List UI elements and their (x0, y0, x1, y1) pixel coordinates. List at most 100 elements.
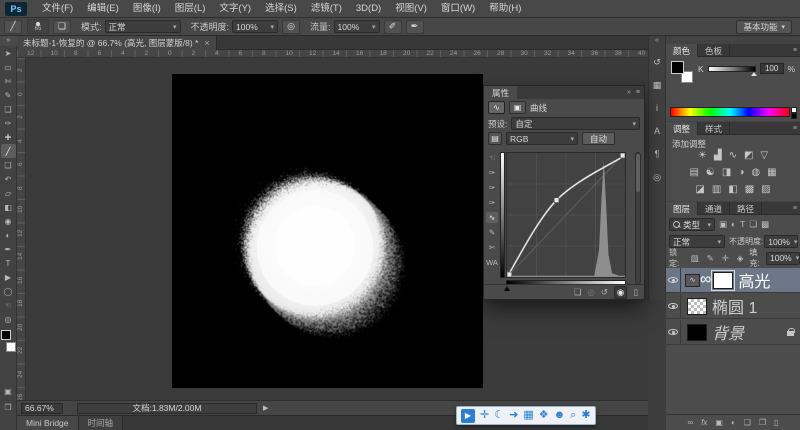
layer-row[interactable]: 椭圆 1 (666, 294, 800, 319)
brush-tool-preset-icon[interactable]: ╱ (4, 20, 22, 34)
menu-item[interactable]: 编辑(E) (80, 0, 126, 18)
foreground-background-swatches[interactable] (1, 330, 16, 352)
layer-opacity-dropdown[interactable]: 100% ▾ (764, 235, 798, 248)
clone-source-panel-icon[interactable]: ◎ (650, 170, 664, 184)
mask-properties-icon[interactable]: ▣ (509, 101, 526, 114)
toggle-brush-panel-icon[interactable]: ❏ (53, 20, 71, 34)
filter-pixel-layers-icon[interactable]: ▣ (719, 219, 727, 230)
clone-stamp-tool-icon[interactable]: ❏ (1, 158, 16, 172)
lasso-tool-icon[interactable]: ✄ (1, 74, 16, 88)
color-balance-icon[interactable]: ☯ (706, 167, 715, 178)
posterize-icon[interactable]: ▥ (712, 184, 721, 195)
opacity-dropdown[interactable]: 100% ▾ (232, 20, 278, 33)
tab-样式[interactable]: 样式 (698, 122, 730, 135)
layer-thumbnail[interactable] (687, 298, 707, 315)
crop-tool-icon[interactable]: ❑ (1, 102, 16, 116)
pen-tool-icon[interactable]: ✒ (1, 242, 16, 256)
edit-points-icon[interactable]: ∿ (486, 212, 498, 223)
dodge-tool-icon[interactable]: ◐ (1, 228, 16, 242)
eyedropper-tool-icon[interactable]: ✑ (1, 116, 16, 130)
panel-menu-icon[interactable]: ≡ (793, 205, 800, 212)
paragraph-panel-icon[interactable]: ¶ (650, 147, 664, 161)
exposure-icon[interactable]: ◩ (744, 150, 753, 161)
tab-调整[interactable]: 调整 (666, 122, 698, 135)
lock-all-icon[interactable]: ◈ (737, 253, 744, 264)
brush-tool-icon[interactable]: ╱ (1, 144, 16, 158)
gradient-map-icon[interactable]: ▩ (745, 184, 754, 195)
panel-scrollbar[interactable] (635, 152, 641, 285)
menu-item[interactable]: 滤镜(T) (304, 0, 349, 18)
draw-curve-pencil-icon[interactable]: ✎ (486, 227, 498, 238)
slider-marker-icon[interactable] (751, 72, 757, 76)
filter-shape-layers-icon[interactable]: ❏ (749, 219, 757, 230)
capture-arrow-icon[interactable]: ➜ (509, 410, 518, 421)
auto-button[interactable]: 自动 (582, 132, 615, 145)
white-point-eyedropper-icon[interactable]: ✑ (486, 197, 498, 208)
curves-adjustment-thumbnail[interactable]: ∿ (685, 274, 700, 287)
menu-item[interactable]: 图像(I) (126, 0, 168, 18)
channel-dropdown[interactable]: RGB ▾ (506, 132, 578, 145)
input-output-icon[interactable]: WA (486, 257, 498, 268)
bottom-tab-Mini Bridge[interactable]: Mini Bridge (17, 416, 79, 430)
background-color-swatch[interactable] (6, 342, 16, 352)
curves-adjustment-icon[interactable]: ∿ (488, 101, 505, 114)
menu-item[interactable]: 帮助(H) (482, 0, 528, 18)
filter-adjustment-layers-icon[interactable]: ◐ (731, 219, 736, 230)
eye-icon[interactable] (668, 303, 678, 309)
visibility-cell[interactable] (666, 268, 681, 293)
layer-mask-thumbnail[interactable] (713, 272, 733, 289)
capture-image-icon[interactable]: ▦ (523, 410, 533, 421)
foreground-color-swatch[interactable] (1, 330, 11, 340)
pen-pressure-size-icon[interactable]: ✒ (406, 20, 424, 34)
move-tool-icon[interactable]: ➤ (1, 46, 16, 60)
brightness-contrast-icon[interactable]: ☀ (698, 150, 707, 161)
panel-menu-icon[interactable]: ≡ (636, 89, 640, 96)
menu-item[interactable]: 窗口(W) (434, 0, 482, 18)
layer-thumbnail[interactable] (687, 324, 707, 341)
black-white-icon[interactable]: ◨ (722, 167, 731, 178)
layer-row[interactable]: ∿∞高光 (666, 268, 800, 293)
fill-dropdown[interactable]: 100% ▾ (766, 252, 800, 265)
menu-item[interactable]: 选择(S) (258, 0, 304, 18)
filter-type-layers-icon[interactable]: T (740, 219, 745, 230)
tab-颜色[interactable]: 颜色 (666, 44, 698, 57)
flow-dropdown[interactable]: 100% ▾ (334, 20, 380, 33)
channel-mixer-icon[interactable]: ◍ (751, 167, 760, 178)
status-options-arrow-icon[interactable]: ▶ (263, 404, 268, 412)
new-group-icon[interactable]: ❏ (744, 418, 751, 427)
capture-settings-icon[interactable]: ✱ (581, 410, 590, 421)
panel-menu-icon[interactable]: ≡ (793, 47, 800, 54)
tab-色板[interactable]: 色板 (698, 44, 730, 57)
visibility-cell[interactable] (666, 320, 681, 345)
new-layer-icon[interactable]: ❐ (759, 418, 766, 427)
tab-通道[interactable]: 通道 (698, 202, 730, 215)
screen-mode-icon[interactable]: ❐ (1, 400, 16, 414)
zoom-tool-icon[interactable]: ◎ (1, 312, 16, 326)
delete-adjustment-icon[interactable]: ▯ (633, 287, 638, 298)
curves-icon[interactable]: ∿ (729, 150, 737, 161)
previous-state-icon[interactable]: ◎ (587, 287, 594, 298)
blur-tool-icon[interactable]: ◉ (1, 214, 16, 228)
selective-color-icon[interactable]: ▨ (761, 184, 770, 195)
gradient-tool-icon[interactable]: ◧ (1, 200, 16, 214)
path-selection-tool-icon[interactable]: ▶ (1, 270, 16, 284)
menu-item[interactable]: 文字(Y) (212, 0, 258, 18)
threshold-icon[interactable]: ◧ (728, 184, 737, 195)
lock-position-icon[interactable]: ✛ (722, 253, 729, 264)
capture-sticker-icon[interactable]: ❖ (539, 410, 549, 421)
tab-路径[interactable]: 路径 (730, 202, 762, 215)
visibility-eye-icon[interactable]: ◉ (614, 286, 627, 299)
capture-zoom-icon[interactable]: ⌕ (570, 410, 576, 421)
preset-dropdown[interactable]: 自定 ▾ (511, 117, 640, 130)
airbrush-icon[interactable]: ✐ (384, 20, 402, 34)
k-value-field[interactable]: 100 (760, 63, 784, 74)
eye-icon[interactable] (668, 277, 678, 283)
color-spectrum-ramp[interactable] (670, 107, 790, 117)
toolbar-collapse-button[interactable]: » (0, 36, 17, 46)
targeted-adjustment-icon[interactable]: ☜ (486, 152, 498, 163)
panel-menu-icon[interactable]: ≡ (793, 125, 800, 132)
layer-row[interactable]: 背景 (666, 320, 800, 345)
character-panel-icon[interactable]: A (650, 124, 664, 138)
pen-pressure-opacity-icon[interactable]: ◎ (282, 20, 300, 34)
foreground-color-swatch[interactable] (671, 61, 684, 74)
